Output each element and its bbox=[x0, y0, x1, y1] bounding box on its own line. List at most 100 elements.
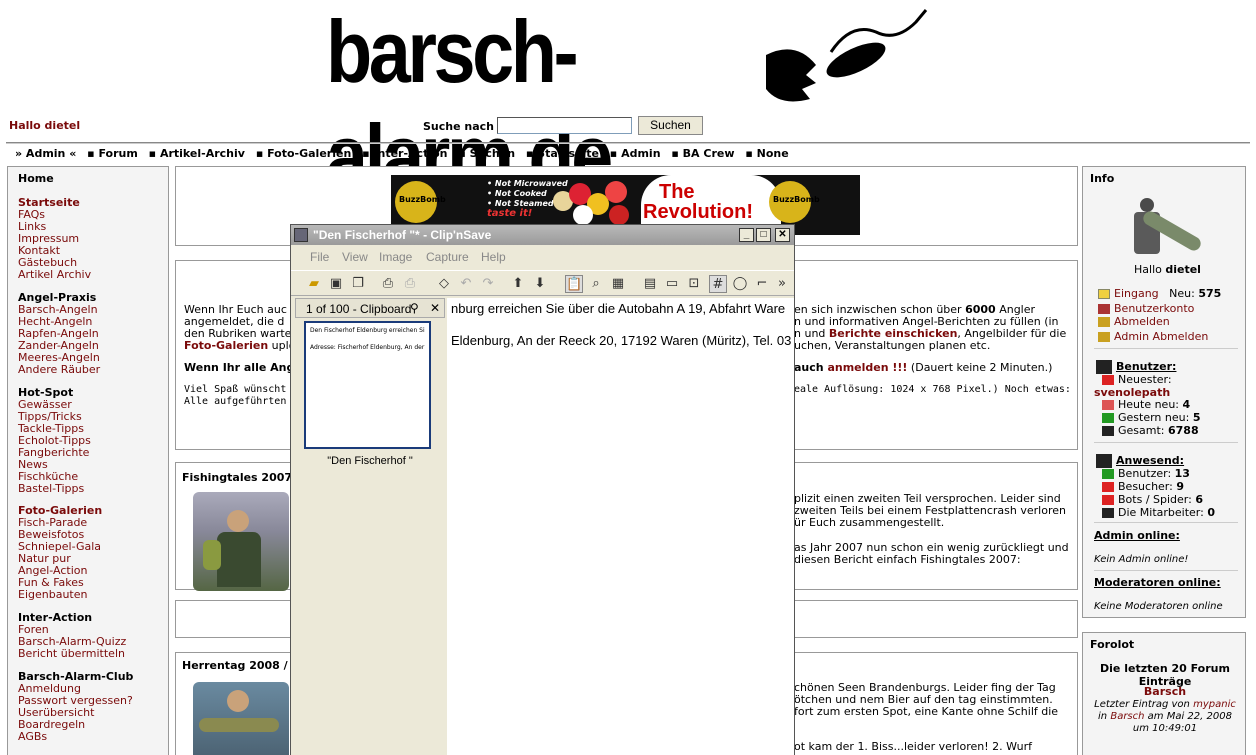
print-icon[interactable]: ⎙ bbox=[379, 275, 397, 293]
forum-last-time: um 10:49:01 bbox=[1132, 723, 1198, 734]
sidebar-home[interactable]: Home bbox=[18, 172, 168, 185]
sidebar-item[interactable]: AGBs bbox=[18, 731, 168, 743]
red-angler-icon bbox=[1102, 375, 1114, 385]
copy-icon[interactable]: ❐ bbox=[349, 275, 367, 293]
nav-inter-action[interactable]: ▪ Inter-Action bbox=[362, 147, 447, 160]
toolbar-overflow-icon[interactable]: » bbox=[773, 275, 791, 293]
nav-none[interactable]: ▪ None bbox=[745, 147, 788, 160]
article-title-fishingtales[interactable]: Fishingtales 2007 bbox=[182, 471, 292, 484]
welcome-line-6b: eale Auflösung: 1024 x 768 Pixel.) Noch … bbox=[794, 384, 1071, 395]
welcome-line-5a: Wenn Ihr alle Ang bbox=[184, 361, 295, 374]
scroll-capture-icon[interactable]: ⊡ bbox=[685, 275, 703, 293]
menu-view[interactable]: View bbox=[342, 250, 368, 264]
green-angler-icon bbox=[1102, 469, 1114, 479]
last-forum-link[interactable]: Barsch bbox=[1110, 711, 1144, 722]
forum-topic-link[interactable]: Barsch bbox=[1090, 685, 1240, 698]
no-admin-text: Kein Admin online! bbox=[1094, 554, 1189, 565]
close-button[interactable]: ✕ bbox=[775, 228, 790, 242]
window-toolbar: ▰ ▣ ❐ ⎙ ⎙ ◇ ↶ ↷ ⬆ ⬇ 📋 ⌕ ▦ ▤ ▭ ⊡ # ◯ ⌐ » bbox=[291, 270, 794, 296]
moderators-online-header: Moderatoren online: bbox=[1094, 576, 1221, 589]
herrentag-line-3: fort zum ersten Spot, eine Kante ohne Sc… bbox=[794, 705, 1059, 718]
undo-icon[interactable]: ↶ bbox=[457, 275, 475, 293]
banner-headline-2: Revolution! bbox=[643, 201, 753, 223]
arrow-down-icon[interactable]: ⬇ bbox=[531, 275, 549, 293]
nav-ba-crew[interactable]: ▪ BA Crew bbox=[671, 147, 734, 160]
menu-image[interactable]: Image bbox=[379, 250, 412, 264]
window-titlebar[interactable]: "Den Fischerhof "* - Clip'nSave _ □ ✕ bbox=[291, 225, 794, 245]
anwesend-header: Anwesend: bbox=[1096, 454, 1184, 468]
menu-file[interactable]: File bbox=[310, 250, 329, 264]
nav-forum[interactable]: ▪ Forum bbox=[87, 147, 138, 160]
menu-capture[interactable]: Capture bbox=[426, 250, 469, 264]
pane-close-icon[interactable]: ✕ bbox=[430, 301, 440, 315]
brand-left-label: BuzzBomb bbox=[399, 195, 446, 204]
benutzer-header: Benutzer: bbox=[1096, 360, 1176, 374]
clipboard-icon[interactable]: 📋 bbox=[565, 275, 583, 293]
abmelden-link[interactable]: Abmelden bbox=[1114, 315, 1170, 328]
nav-admin-current[interactable]: » Admin « bbox=[15, 147, 76, 160]
nav-foto-galerien[interactable]: ▪ Foto-Galerien bbox=[256, 147, 351, 160]
capture-icon[interactable]: ▦ bbox=[609, 275, 627, 293]
info-header: Info bbox=[1090, 172, 1115, 185]
zoom-icon[interactable]: ⌕ bbox=[587, 275, 605, 293]
welcome-line-4b: uchen, Veranstaltungen planen etc. bbox=[794, 339, 991, 352]
open-icon[interactable]: ▰ bbox=[305, 275, 323, 293]
pin-icon[interactable]: ⚲ bbox=[410, 301, 419, 315]
anmelden-link[interactable]: anmelden !!! bbox=[827, 361, 907, 374]
account-icon bbox=[1098, 304, 1110, 314]
divider bbox=[6, 142, 1250, 144]
eraser-icon[interactable]: ◇ bbox=[435, 275, 453, 293]
redo-icon[interactable]: ↷ bbox=[479, 275, 497, 293]
clipboard-thumbnail[interactable]: Den Fischerhof Eldenburg erreichen Si Ad… bbox=[304, 321, 431, 449]
search-button[interactable]: Suchen bbox=[638, 116, 703, 135]
nav-admin[interactable]: ▪ Admin bbox=[610, 147, 661, 160]
article-photo-angler-perch[interactable] bbox=[193, 492, 289, 591]
article-title-herrentag[interactable]: Herrentag 2008 / 1 bbox=[182, 659, 299, 672]
print-preview-icon[interactable]: ⎙ bbox=[401, 275, 419, 293]
image-canvas[interactable]: nburg erreichen Sie über die Autobahn A … bbox=[447, 298, 794, 755]
sidebar-item[interactable]: Eigenbauten bbox=[18, 589, 168, 601]
foto-galerien-link[interactable]: Foto-Galerien bbox=[184, 339, 268, 352]
minimize-button[interactable]: _ bbox=[739, 228, 754, 242]
nav-artikel-archiv[interactable]: ▪ Artikel-Archiv bbox=[149, 147, 245, 160]
save-icon[interactable]: ▣ bbox=[327, 275, 345, 293]
abmelden-row: Abmelden bbox=[1098, 315, 1170, 328]
crop-icon[interactable]: ⌐ bbox=[753, 275, 771, 293]
brand-right-label: BuzzBomb bbox=[773, 195, 820, 204]
benutzerkonto-link[interactable]: Benutzerkonto bbox=[1114, 302, 1194, 315]
nav-startseite[interactable]: ▪ Startseite bbox=[526, 147, 599, 160]
greeting: Hallo dietel bbox=[9, 119, 81, 132]
admin-abmelden-row: Admin Abmelden bbox=[1098, 330, 1208, 343]
eingang-link[interactable]: Eingang bbox=[1114, 287, 1159, 300]
sidebar-item[interactable]: Bastel-Tipps bbox=[18, 483, 168, 495]
sidebar-item[interactable]: Andere Räuber bbox=[18, 364, 168, 376]
arrow-up-icon[interactable]: ⬆ bbox=[509, 275, 527, 293]
article-photo-angler-pike[interactable] bbox=[193, 682, 289, 755]
forolot-header: Forolot bbox=[1090, 638, 1135, 651]
maximize-button[interactable]: □ bbox=[756, 228, 771, 242]
search-input[interactable] bbox=[497, 117, 632, 134]
angler-icon bbox=[1096, 360, 1112, 374]
window-view-icon[interactable]: ▤ bbox=[641, 275, 659, 293]
canvas-text-line-2: Eldenburg, An der Reeck 20, 17192 Waren … bbox=[451, 333, 792, 348]
nav-suchen[interactable]: ▪ Suchen bbox=[458, 147, 515, 160]
left-sidebar: Home Startseite FAQs Links Impressum Kontakt… bbox=[7, 166, 169, 755]
grid-icon[interactable]: # bbox=[709, 275, 727, 293]
sidebar-item[interactable]: Artikel Archiv bbox=[18, 269, 168, 281]
clipboard-pane-header: 1 of 100 - Clipboard ⚲ ✕ bbox=[295, 298, 445, 318]
welcome-line-6a: Viel Spaß wünscht E bbox=[184, 384, 299, 395]
key-icon bbox=[1098, 317, 1110, 327]
menu-help[interactable]: Help bbox=[481, 250, 506, 264]
inbox-row: Eingang Neu: 575 bbox=[1098, 287, 1221, 300]
last-user-link[interactable]: mypanic bbox=[1193, 699, 1236, 710]
anwesend-benutzer-row: Benutzer: 13 bbox=[1102, 467, 1190, 480]
site-logo[interactable]: barsch-alarm.de bbox=[326, 0, 930, 205]
mitarbeiter-row: Die Mitarbeiter: 0 bbox=[1102, 506, 1215, 519]
lasso-icon[interactable]: ◯ bbox=[731, 275, 749, 293]
black-angler-icon bbox=[1102, 508, 1114, 518]
sidebar-item[interactable]: Bericht übermitteln bbox=[18, 648, 168, 660]
window-menubar: File View Image Capture Help bbox=[291, 246, 794, 268]
region-icon[interactable]: ▭ bbox=[663, 275, 681, 293]
admin-abmelden-link[interactable]: Admin Abmelden bbox=[1114, 330, 1208, 343]
clipnsave-window[interactable]: "Den Fischerhof "* - Clip'nSave _ □ ✕ Fi… bbox=[290, 224, 795, 755]
